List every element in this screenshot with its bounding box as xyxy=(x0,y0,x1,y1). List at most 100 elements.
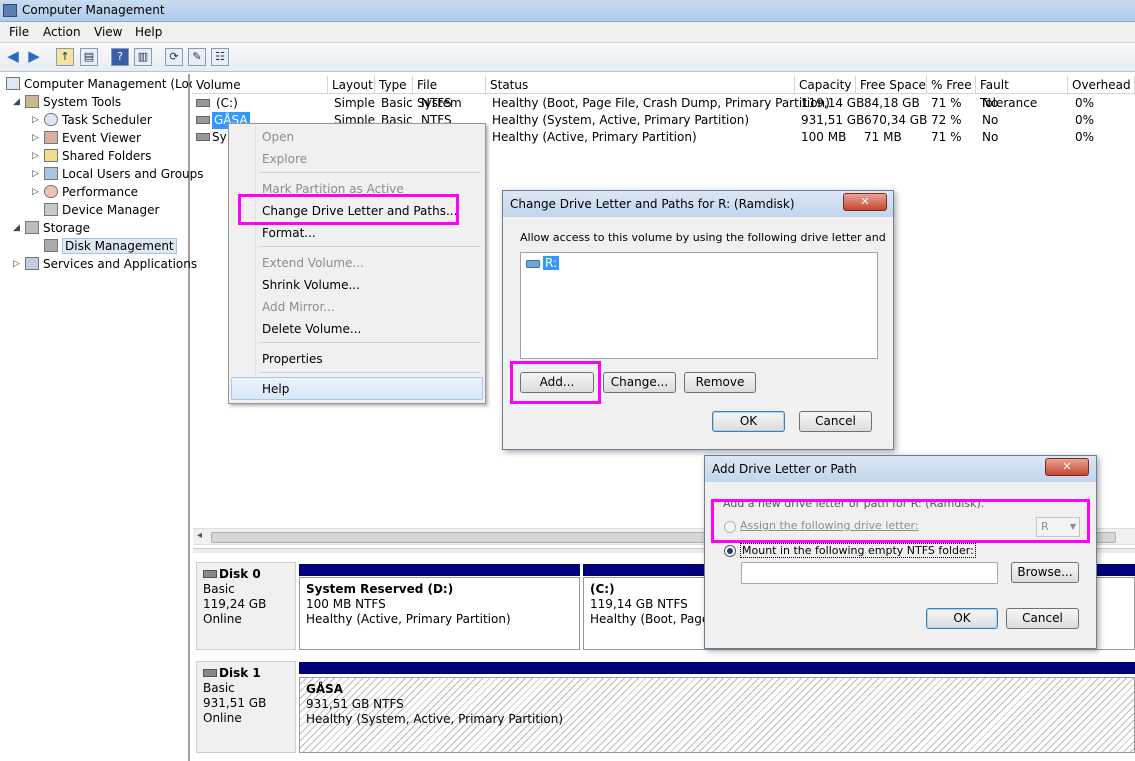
cancel-button[interactable]: Cancel xyxy=(799,411,872,432)
settings-icon[interactable]: ☷ xyxy=(211,48,229,66)
expand-icon[interactable]: ▷ xyxy=(32,166,39,183)
col-volume[interactable]: Volume xyxy=(192,76,328,94)
col-overhead[interactable]: Overhead xyxy=(1068,76,1135,94)
partition-name: GÅSA xyxy=(306,682,344,696)
disk-icon xyxy=(203,669,217,677)
tree-item-device-manager[interactable]: Device Manager xyxy=(44,202,159,219)
radio-selected-dot xyxy=(727,548,733,554)
menu-item-delete[interactable]: Delete Volume... xyxy=(262,319,361,339)
dialog-instruction: Allow access to this volume by using the… xyxy=(520,231,886,244)
menu-separator xyxy=(259,372,481,373)
close-icon[interactable]: ✕ xyxy=(843,193,887,211)
menu-item-properties[interactable]: Properties xyxy=(262,349,323,369)
cell-type: Basic xyxy=(381,96,413,110)
cell-overhead: 0% xyxy=(1075,96,1095,110)
storage-icon xyxy=(25,221,39,234)
col-free-space[interactable]: Free Space xyxy=(856,76,927,94)
title-bar: Computer Management xyxy=(0,0,1135,22)
dialog-title-bar: Add Drive Letter or Path xyxy=(705,456,1096,482)
disk-name: Disk 0 xyxy=(219,567,261,581)
tree-item-storage[interactable]: ◢ Storage xyxy=(13,220,90,237)
tree-item-local-users[interactable]: ▷ Local Users and Groups xyxy=(32,166,204,183)
menu-item-format[interactable]: Format... xyxy=(262,223,316,243)
remove-button[interactable]: Remove xyxy=(684,372,756,393)
navigation-tree: Computer Management (Local ◢ System Tools… xyxy=(0,74,206,761)
tree-item-root[interactable]: Computer Management (Local xyxy=(6,76,206,93)
col-layout[interactable]: Layout xyxy=(328,76,375,94)
col-file-system[interactable]: File System xyxy=(413,76,486,110)
expand-icon[interactable]: ▷ xyxy=(13,256,20,273)
disk-1-label[interactable]: Disk 1 Basic 931,51 GB Online xyxy=(196,661,296,753)
change-button[interactable]: Change... xyxy=(603,372,676,393)
event-viewer-icon xyxy=(44,131,58,144)
disk-0-label[interactable]: Disk 0 Basic 119,24 GB Online xyxy=(196,562,296,650)
expand-icon[interactable]: ▷ xyxy=(32,112,39,129)
tree-item-event-viewer[interactable]: ▷ Event Viewer xyxy=(32,130,141,147)
context-menu: Open Explore Mark Partition as Active Ch… xyxy=(228,123,486,404)
tree-item-disk-management[interactable]: Disk Management xyxy=(44,238,177,255)
folder-path-input[interactable] xyxy=(741,562,998,584)
cell-volume: (C:) xyxy=(216,96,238,110)
expand-icon[interactable]: ▷ xyxy=(32,184,39,201)
menu-help[interactable]: Help xyxy=(135,25,162,39)
menu-item-add-mirror[interactable]: Add Mirror... xyxy=(262,297,335,317)
toolbar: ◀ ▶ ↑ ▤ ? ▥ ⟳ ✎ ☷ xyxy=(0,43,1135,72)
cell-fault-tolerance: No xyxy=(982,113,999,127)
expand-icon[interactable]: ▷ xyxy=(32,130,39,147)
highlight-change-drive-letter xyxy=(238,194,459,225)
forward-arrow-icon[interactable]: ▶ xyxy=(25,48,43,66)
computer-icon xyxy=(6,77,20,90)
menu-item-open[interactable]: Open xyxy=(262,127,294,147)
collapse-icon[interactable]: ◢ xyxy=(13,220,20,237)
tree-item-task-scheduler[interactable]: ▷ Task Scheduler xyxy=(32,112,152,129)
menu-file[interactable]: File xyxy=(9,25,29,39)
drive-icon xyxy=(196,116,210,124)
highlight-add-button xyxy=(510,361,601,404)
cancel-button[interactable]: Cancel xyxy=(1006,608,1079,629)
partition-gasa[interactable]: GÅSA 931,51 GB NTFS Healthy (System, Act… xyxy=(299,677,1135,753)
cell-status: Healthy (Active, Primary Partition) xyxy=(492,130,697,144)
mount-folder-radio[interactable] xyxy=(724,545,736,557)
tree-item-performance[interactable]: ▷ Performance xyxy=(32,184,138,201)
menu-action[interactable]: Action xyxy=(43,25,81,39)
partition-name: System Reserved (D:) xyxy=(306,582,454,596)
action-pane-icon[interactable]: ▥ xyxy=(134,48,152,66)
refresh-icon[interactable]: ⟳ xyxy=(165,48,183,66)
browse-button[interactable]: Browse... xyxy=(1011,562,1079,583)
menu-item-shrink[interactable]: Shrink Volume... xyxy=(262,275,360,295)
cell-free-space: 670,34 GB xyxy=(864,113,928,127)
col-type[interactable]: Type xyxy=(375,76,413,94)
col-fault-tolerance[interactable]: Fault Tolerance xyxy=(976,76,1068,110)
drive-letter-entry[interactable]: R: xyxy=(543,256,560,270)
menu-item-explore[interactable]: Explore xyxy=(262,149,307,169)
disk-size: 931,51 GB xyxy=(203,696,267,710)
help-icon[interactable]: ? xyxy=(111,48,129,66)
menu-view[interactable]: View xyxy=(94,25,122,39)
menu-item-extend[interactable]: Extend Volume... xyxy=(262,253,364,273)
tree-item-services[interactable]: ▷ Services and Applications xyxy=(13,256,197,273)
tree-item-shared-folders[interactable]: ▷ Shared Folders xyxy=(32,148,151,165)
col-capacity[interactable]: Capacity xyxy=(795,76,856,94)
menu-item-help[interactable]: Help xyxy=(262,379,289,399)
show-hide-tree-icon[interactable]: ▤ xyxy=(80,48,98,66)
partition-system-reserved[interactable]: System Reserved (D:) 100 MB NTFS Healthy… xyxy=(299,577,580,650)
expand-icon[interactable]: ▷ xyxy=(32,148,39,165)
cell-percent-free: 71 % xyxy=(931,130,962,144)
up-folder-icon[interactable]: ↑ xyxy=(56,48,74,66)
back-arrow-icon[interactable]: ◀ xyxy=(4,48,22,66)
menu-bar: File Action View Help xyxy=(0,22,1135,43)
properties-icon[interactable]: ✎ xyxy=(188,48,206,66)
drive-letter-list[interactable]: R: xyxy=(520,252,878,359)
disk-size: 119,24 GB xyxy=(203,597,267,611)
cell-capacity: 119,14 GB xyxy=(801,96,865,110)
close-icon[interactable]: ✕ xyxy=(1045,458,1089,476)
tree-item-system-tools[interactable]: ◢ System Tools xyxy=(13,94,121,111)
collapse-icon[interactable]: ◢ xyxy=(13,94,20,111)
scroll-left-icon[interactable]: ◂ xyxy=(197,530,202,541)
col-status[interactable]: Status xyxy=(486,76,795,94)
cell-percent-free: 72 % xyxy=(931,113,962,127)
ok-button[interactable]: OK xyxy=(926,608,998,629)
ok-button[interactable]: OK xyxy=(712,411,785,432)
cell-layout: Simple xyxy=(334,96,375,110)
col-percent-free[interactable]: % Free xyxy=(927,76,976,94)
